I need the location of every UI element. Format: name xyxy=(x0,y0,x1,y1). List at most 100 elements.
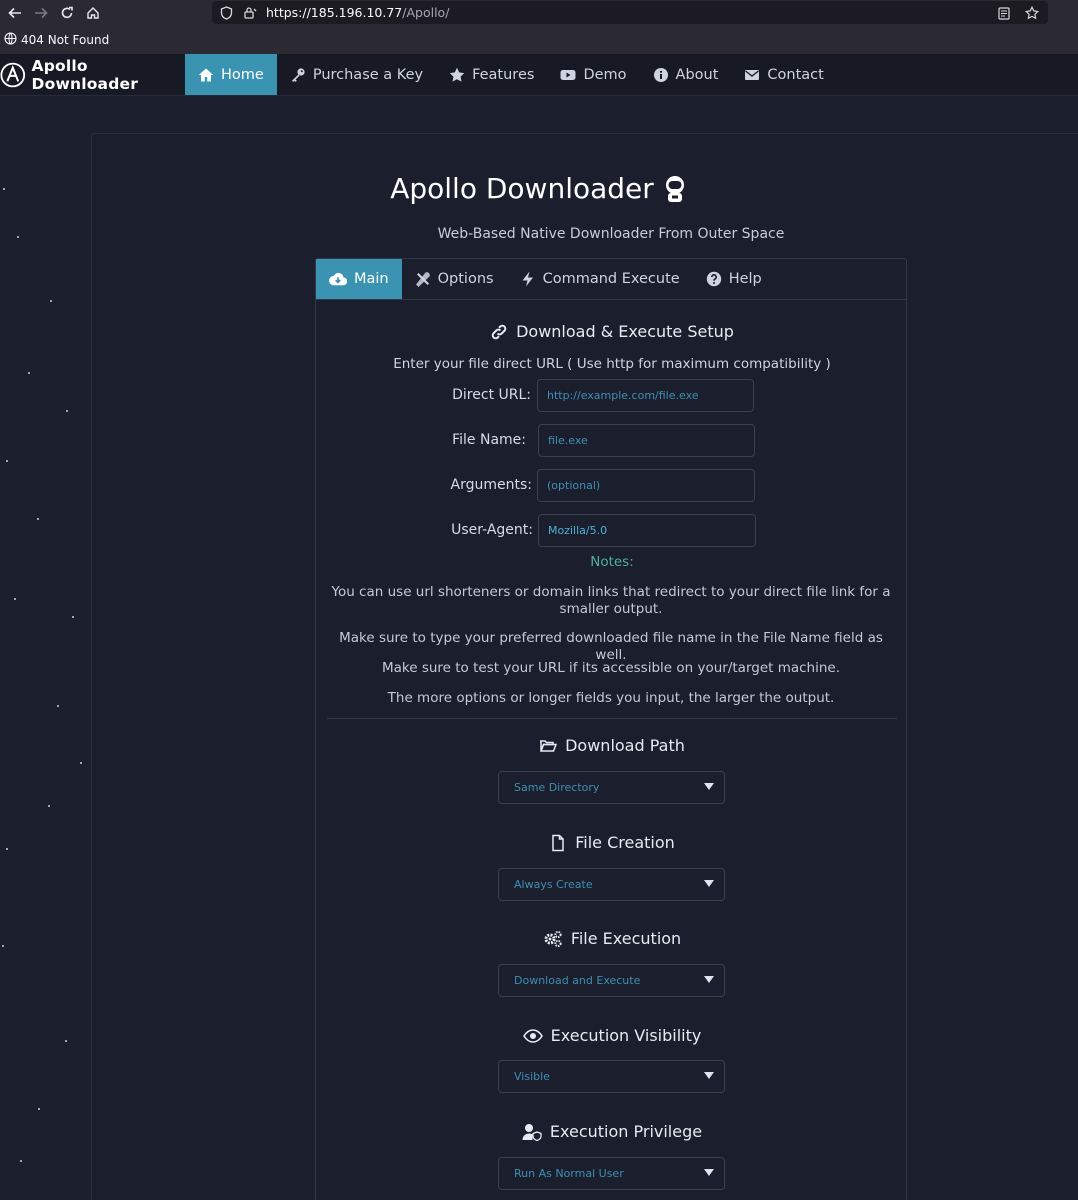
execution-privilege-value: Run As Normal User xyxy=(514,1167,624,1180)
nav-demo[interactable]: Demo xyxy=(547,54,639,95)
execution-privilege-heading: Execution Privilege xyxy=(316,1122,908,1141)
reader-view-icon[interactable] xyxy=(994,3,1014,23)
nav-home[interactable]: Home xyxy=(185,54,277,95)
dropdown-caret-icon xyxy=(704,1072,714,1079)
star-dot xyxy=(20,1160,22,1162)
nav-features-label: Features xyxy=(472,66,535,83)
note-item: The more options or longer fields you in… xyxy=(387,690,835,706)
note-item: You can use url shorteners or domain lin… xyxy=(331,584,891,617)
question-icon xyxy=(706,271,721,287)
star-dot xyxy=(6,848,8,850)
download-path-heading: Download Path xyxy=(316,736,908,755)
star-dot xyxy=(66,410,68,412)
star-dot xyxy=(50,300,52,302)
home-icon xyxy=(198,68,214,81)
bolt-icon xyxy=(522,271,533,287)
execution-privilege-select[interactable]: Run As Normal User xyxy=(498,1157,725,1190)
youtube-icon xyxy=(560,69,576,80)
star-dot xyxy=(57,705,59,707)
tab-container: Main Options Command Execute Help Downlo… xyxy=(315,258,907,1200)
forward-icon[interactable] xyxy=(30,2,52,24)
file-execution-value: Download and Execute xyxy=(514,974,641,987)
bookmark-star-icon[interactable] xyxy=(1022,3,1042,23)
apollo-logo-icon xyxy=(0,62,26,87)
setup-instruction: Enter your file direct URL ( Use http fo… xyxy=(393,356,831,372)
star-dot xyxy=(65,1040,67,1042)
direct-url-input[interactable] xyxy=(537,379,754,412)
eye-icon xyxy=(522,1028,543,1043)
execution-privilege-text: Execution Privilege xyxy=(549,1122,703,1141)
nav-features[interactable]: Features xyxy=(436,54,547,95)
execution-visibility-text: Execution Visibility xyxy=(550,1026,702,1045)
file-name-label: File Name: xyxy=(452,432,526,448)
nav-demo-label: Demo xyxy=(583,66,627,83)
shield-icon[interactable] xyxy=(216,3,236,23)
tab-help-label: Help xyxy=(728,271,762,287)
execution-visibility-select[interactable]: Visible xyxy=(498,1060,725,1093)
page-title: Apollo Downloader xyxy=(0,172,1078,205)
arguments-input[interactable] xyxy=(537,469,755,502)
file-execution-select[interactable]: Download and Execute xyxy=(498,964,725,997)
url-host: https://185.196.10.77 xyxy=(266,5,403,20)
tab-options[interactable]: Options xyxy=(402,259,507,299)
setup-heading-text: Download & Execute Setup xyxy=(516,322,734,341)
file-name-input[interactable] xyxy=(538,424,755,457)
info-icon xyxy=(653,67,668,82)
address-bar[interactable]: https://185.196.10.77/Apollo/ xyxy=(212,1,1048,24)
star-dot xyxy=(2,945,4,947)
folder-open-icon xyxy=(540,739,558,752)
reload-icon[interactable] xyxy=(56,2,78,24)
star-dot xyxy=(72,616,74,618)
tab-main[interactable]: Main xyxy=(316,259,402,299)
nav-about[interactable]: About xyxy=(640,54,732,95)
back-icon[interactable] xyxy=(4,2,26,24)
file-icon xyxy=(552,834,564,851)
nav-purchase-key[interactable]: Purchase a Key xyxy=(277,54,436,95)
nav-contact-label: Contact xyxy=(767,66,824,83)
star-dot xyxy=(28,372,30,374)
astronaut-icon xyxy=(665,175,684,202)
user-agent-input[interactable] xyxy=(538,514,756,547)
file-execution-text: File Execution xyxy=(570,929,682,948)
tab-command-execute[interactable]: Command Execute xyxy=(507,259,693,299)
link-icon xyxy=(491,324,507,339)
star-dot xyxy=(48,805,50,807)
execution-visibility-value: Visible xyxy=(514,1070,550,1083)
section-divider xyxy=(327,718,897,719)
nav-about-label: About xyxy=(675,66,719,83)
tab-options-label: Options xyxy=(437,271,494,287)
dropdown-caret-icon xyxy=(704,880,714,887)
lock-warning-icon[interactable] xyxy=(240,3,260,23)
notes-title: Notes: xyxy=(590,554,634,570)
url-path: /Apollo/ xyxy=(402,5,450,20)
key-icon xyxy=(291,67,305,82)
page-subtitle: Web-Based Native Downloader From Outer S… xyxy=(437,226,785,242)
browser-toolbar: https://185.196.10.77/Apollo/ xyxy=(0,0,1078,26)
cloud-download-icon xyxy=(329,272,347,286)
user-shield-icon xyxy=(522,1123,542,1141)
tab-help[interactable]: Help xyxy=(693,259,775,299)
tab-command-label: Command Execute xyxy=(542,271,680,287)
home-browser-icon[interactable] xyxy=(82,2,104,24)
globe-icon xyxy=(4,32,17,48)
file-creation-text: File Creation xyxy=(575,833,675,852)
cogs-icon xyxy=(544,930,562,947)
file-creation-heading: File Creation xyxy=(316,833,908,852)
star-dot xyxy=(14,598,16,600)
file-creation-select[interactable]: Always Create xyxy=(498,868,725,901)
tools-icon xyxy=(415,272,430,287)
site-navbar: Apollo Downloader Home Purchase a Key Fe… xyxy=(0,54,1078,96)
note-item: Make sure to test your URL if its access… xyxy=(381,660,841,676)
star-dot xyxy=(80,762,82,764)
page-title-text: Apollo Downloader xyxy=(390,172,654,205)
star-dot xyxy=(37,518,39,520)
arguments-label: Arguments: xyxy=(450,477,532,493)
download-path-select[interactable]: Same Directory xyxy=(498,771,725,804)
nav-contact[interactable]: Contact xyxy=(731,54,836,95)
brand-name: Apollo Downloader xyxy=(31,56,139,93)
status-text: 404 Not Found xyxy=(21,33,110,47)
user-agent-label: User-Agent: xyxy=(451,522,533,538)
download-path-text: Download Path xyxy=(565,736,685,755)
star-icon xyxy=(449,67,465,82)
brand[interactable]: Apollo Downloader xyxy=(0,54,185,95)
